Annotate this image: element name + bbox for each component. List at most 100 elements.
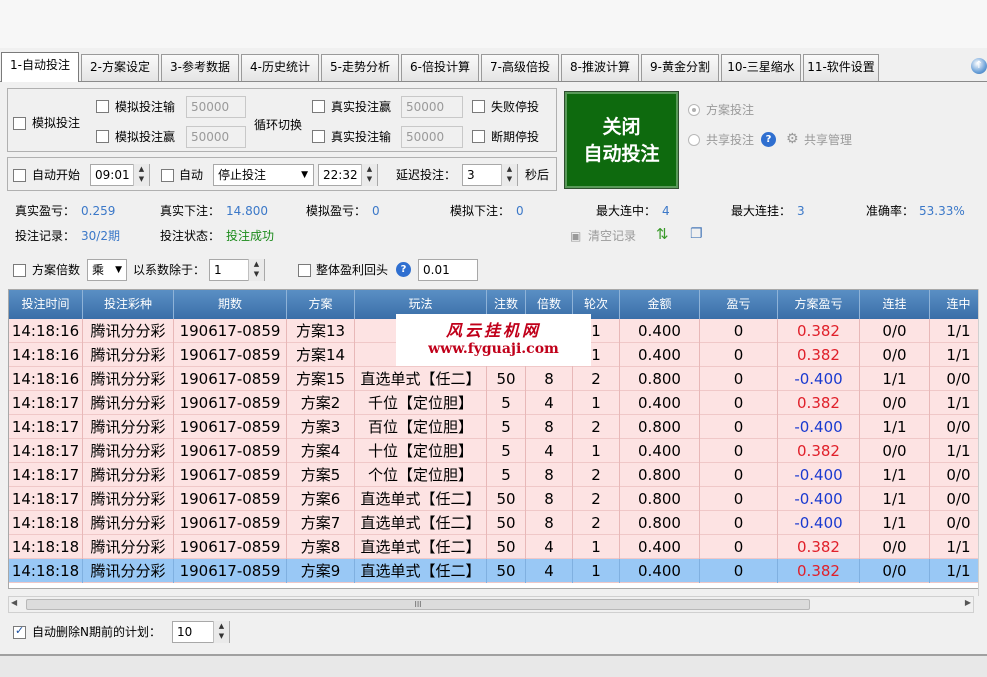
- horizontal-scrollbar[interactable]: ◀ III ▶: [8, 596, 974, 613]
- col-issue[interactable]: 期数: [174, 290, 287, 319]
- tab-wave-calc[interactable]: 8-推波计算: [561, 54, 639, 81]
- end-time-spinner[interactable]: ▲ ▼: [361, 164, 377, 186]
- sim-loss-checkbox[interactable]: [96, 100, 109, 113]
- share-manage-link[interactable]: 共享管理: [804, 132, 852, 148]
- table-row[interactable]: 14:18:17 腾讯分分彩 190617-0859 方案2 千位【定位胆】 5 4 1 0.4…: [9, 391, 986, 415]
- sim-bet-checkbox[interactable]: [13, 117, 26, 130]
- gear-icon[interactable]: ⚙: [786, 131, 799, 147]
- sort-icon[interactable]: ⇅: [656, 226, 669, 242]
- tab-trend-analysis[interactable]: 5-走势分析: [321, 54, 399, 81]
- window-icon[interactable]: ❐: [690, 226, 703, 242]
- cell-time: 14:18:17: [9, 463, 83, 487]
- cell-play: 直选单式【任二】: [355, 511, 487, 535]
- watermark-url: www.fyguaji.com: [428, 341, 559, 357]
- scroll-thumb[interactable]: III: [26, 599, 810, 610]
- overall-return-label: 整体盈利回头: [316, 263, 389, 277]
- tab-three-star[interactable]: 10-三星缩水: [721, 54, 801, 81]
- scroll-right-icon[interactable]: ▶: [965, 598, 971, 607]
- overall-return-checkbox[interactable]: [298, 264, 311, 277]
- real-win-checkbox[interactable]: [312, 100, 325, 113]
- real-loss-checkbox[interactable]: [312, 130, 325, 143]
- return-input[interactable]: 0.01: [418, 259, 478, 281]
- fail-stop-checkbox[interactable]: [472, 100, 485, 113]
- break-stop-label: 断期停投: [491, 130, 540, 144]
- col-amount[interactable]: 金额: [620, 290, 700, 319]
- auto-delete-checkbox[interactable]: [13, 624, 26, 639]
- operator-select[interactable]: 乘 ▼: [87, 259, 127, 281]
- table-row[interactable]: 14:18:17 腾讯分分彩 190617-0859 方案5 个位【定位胆】 5 8 2 0.8…: [9, 463, 986, 487]
- table-row[interactable]: 14:18:17 腾讯分分彩 190617-0859 方案3 百位【定位胆】 5 8 2 0.8…: [9, 415, 986, 439]
- cell-count: 50: [487, 559, 526, 583]
- tab-golden-ratio[interactable]: 9-黄金分割: [641, 54, 719, 81]
- tab-multiplier-calc[interactable]: 6-倍投计算: [401, 54, 479, 81]
- cell-plan: 方案5: [287, 463, 355, 487]
- cell-multiplier: 8: [526, 415, 573, 439]
- cell-amount: 0.800: [620, 415, 700, 439]
- plan-bet-radio[interactable]: [688, 104, 700, 116]
- max-hits-value: 4: [662, 204, 670, 218]
- sim-win-input[interactable]: 50000: [186, 126, 246, 148]
- stop-action-select[interactable]: 停止投注 ▼: [213, 164, 314, 186]
- sim-win-checkbox[interactable]: [96, 130, 109, 143]
- cell-multiplier: 8: [526, 487, 573, 511]
- col-profit[interactable]: 盈亏: [700, 290, 778, 319]
- help-icon[interactable]: ?: [396, 262, 411, 277]
- tab-auto-bet[interactable]: 1-自动投注: [1, 52, 79, 82]
- col-plan[interactable]: 方案: [287, 290, 355, 319]
- tab-advanced-multiplier[interactable]: 7-高级倍投: [481, 54, 559, 81]
- break-stop-checkbox[interactable]: [472, 130, 485, 143]
- col-bet-time[interactable]: 投注时间: [9, 290, 83, 319]
- scroll-left-icon[interactable]: ◀: [11, 598, 17, 607]
- tab-plan-settings[interactable]: 2-方案设定: [81, 54, 159, 81]
- tab-history-stats[interactable]: 4-历史统计: [241, 54, 319, 81]
- cell-plan: 方案7: [287, 511, 355, 535]
- cell-lottery: 腾讯分分彩: [83, 511, 174, 535]
- cell-multiplier: 8: [526, 367, 573, 391]
- plan-multiplier-checkbox[interactable]: [13, 264, 26, 277]
- toggle-auto-bet-button[interactable]: 关闭 自动投注: [564, 91, 679, 189]
- cell-count: 50: [487, 487, 526, 511]
- real-profit-value: 0.259: [81, 204, 116, 218]
- cell-plan: 方案14: [287, 343, 355, 367]
- auto-checkbox[interactable]: [161, 169, 174, 182]
- help-icon[interactable]: ?: [761, 132, 776, 147]
- table-row[interactable]: 14:18:17 腾讯分分彩 190617-0859 方案6 直选单式【任二】 50 8 2 0…: [9, 487, 986, 511]
- vertical-scrollbar[interactable]: [978, 289, 987, 596]
- tab-reference-data[interactable]: 3-参考数据: [161, 54, 239, 81]
- cell-count: 5: [487, 391, 526, 415]
- delay-value: 3: [467, 168, 475, 182]
- cell-issue: 190617-0859: [174, 463, 287, 487]
- col-lottery[interactable]: 投注彩种: [83, 290, 174, 319]
- table-row[interactable]: 14:18:17 腾讯分分彩 190617-0859 方案4 十位【定位胆】 5 4 1 0.4…: [9, 439, 986, 463]
- cell-issue: 190617-0859: [174, 559, 287, 583]
- cell-round: 1: [573, 439, 620, 463]
- cell-amount: 0.800: [620, 511, 700, 535]
- stop-action-value: 停止投注: [218, 168, 267, 182]
- clear-record-button[interactable]: 清空记录: [588, 228, 636, 244]
- real-win-input[interactable]: 50000: [401, 96, 463, 118]
- delay-spinner[interactable]: ▲ ▼: [501, 164, 517, 186]
- auto-delete-spinner[interactable]: ▲ ▼: [213, 621, 229, 643]
- cell-lottery: 腾讯分分彩: [83, 559, 174, 583]
- real-loss-input[interactable]: 50000: [401, 126, 463, 148]
- col-miss-streak[interactable]: 连挂: [860, 290, 930, 319]
- update-icon[interactable]: ↑: [971, 58, 987, 74]
- table-row[interactable]: 14:18:16 腾讯分分彩 190617-0859 方案15 直选单式【任二】 50 8 2…: [9, 367, 986, 391]
- table-row[interactable]: 14:18:18 腾讯分分彩 190617-0859 方案9 直选单式【任二】 50 4 1 0…: [9, 559, 986, 583]
- share-bet-radio[interactable]: [688, 134, 700, 146]
- clear-record-icon[interactable]: ▣: [570, 228, 581, 244]
- divide-spinner[interactable]: ▲ ▼: [248, 259, 264, 281]
- cell-round: 2: [573, 367, 620, 391]
- table-row[interactable]: 14:18:18 腾讯分分彩 190617-0859 方案8 直选单式【任二】 50 4 1 0…: [9, 535, 986, 559]
- table-row[interactable]: 14:18:18 腾讯分分彩 190617-0859 方案7 直选单式【任二】 50 8 2 0…: [9, 511, 986, 535]
- tab-software-settings[interactable]: 11-软件设置: [803, 54, 879, 81]
- cell-round: 2: [573, 415, 620, 439]
- cell-amount: 0.400: [620, 391, 700, 415]
- seconds-label: 秒后: [525, 168, 550, 182]
- cell-profit: 0: [700, 367, 778, 391]
- operator-value: 乘: [92, 263, 105, 277]
- col-plan-profit[interactable]: 方案盈亏: [778, 290, 860, 319]
- auto-start-checkbox[interactable]: [13, 169, 26, 182]
- sim-loss-input[interactable]: 50000: [186, 96, 246, 118]
- start-time-spinner[interactable]: ▲ ▼: [133, 164, 149, 186]
